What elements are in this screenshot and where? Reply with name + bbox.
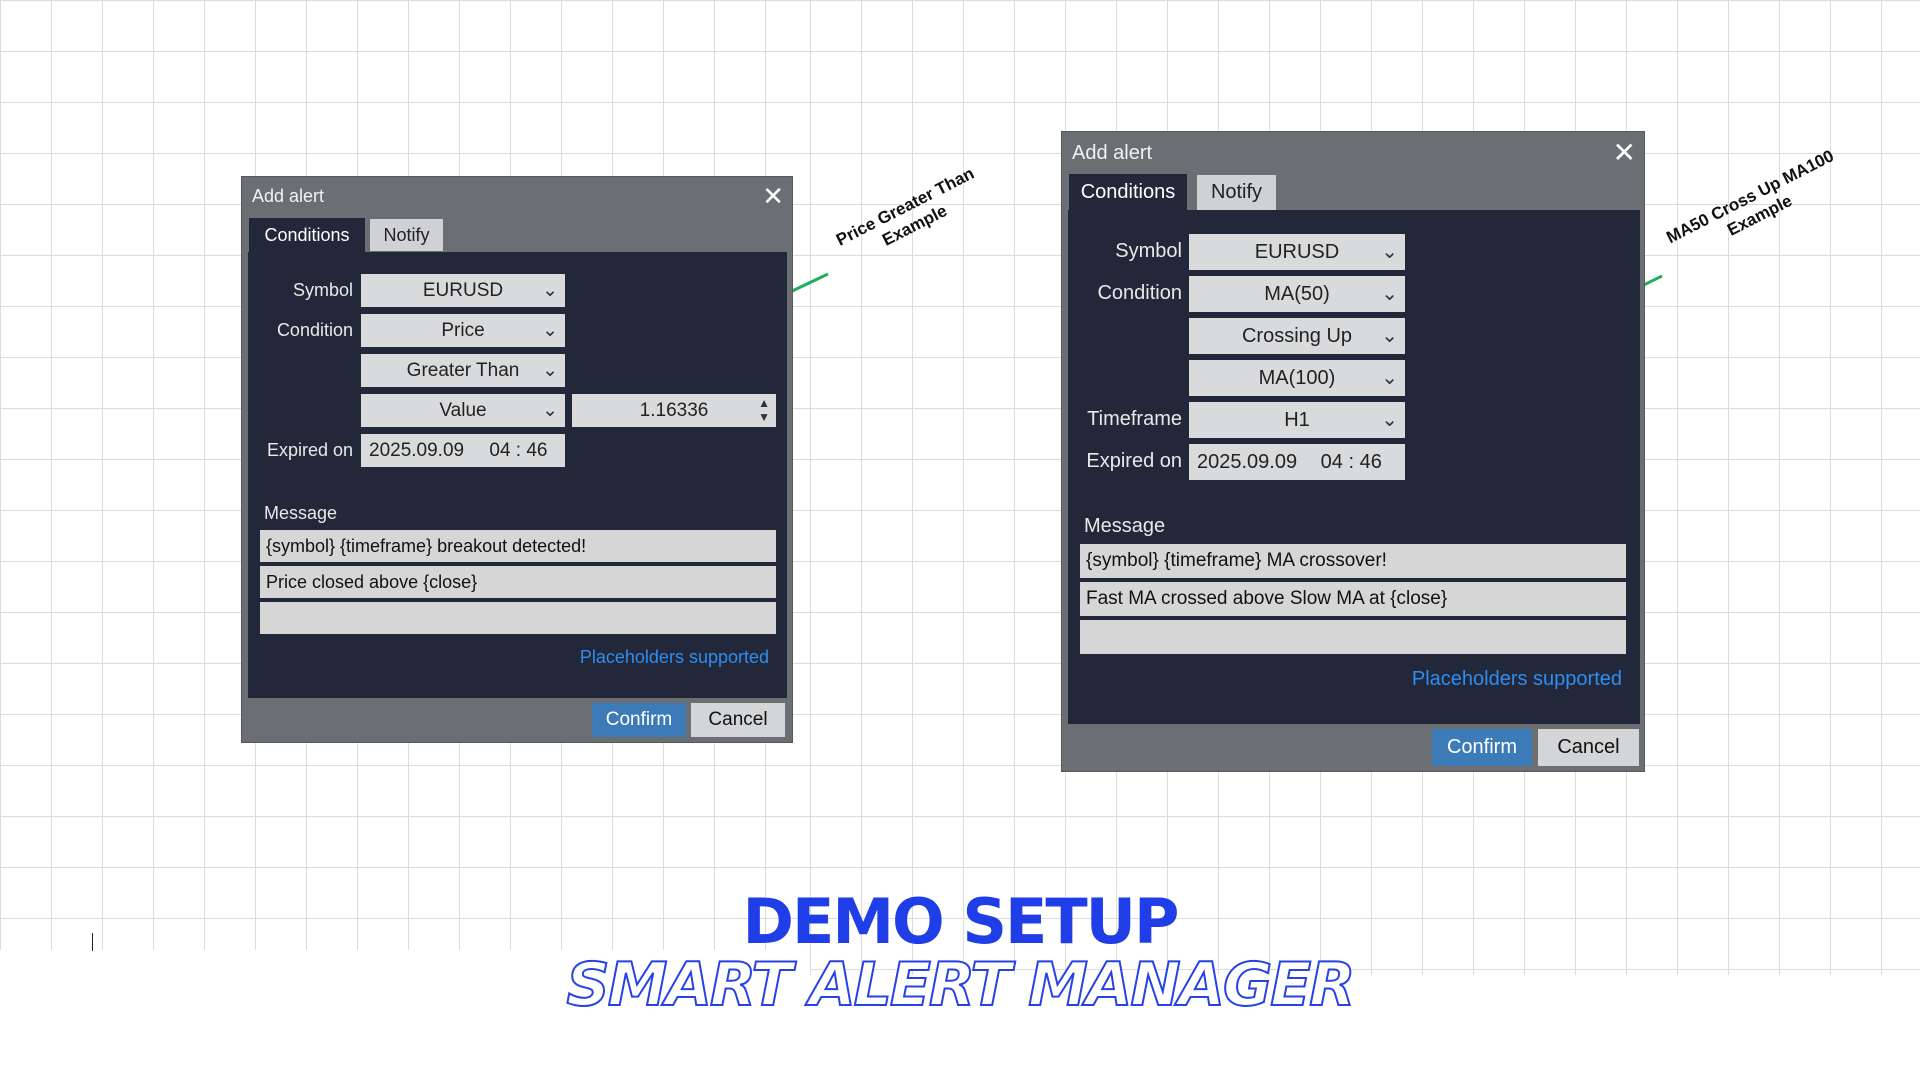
message-line-3[interactable] — [260, 602, 776, 634]
expiry-date[interactable]: 2025.09.09 — [369, 440, 464, 461]
chevron-down-icon: ⌄ — [542, 360, 558, 381]
operator-select[interactable]: Crossing Up ⌄ — [1189, 318, 1405, 354]
close-icon[interactable]: ✕ — [1613, 132, 1636, 174]
expired-label: Expired on — [1086, 450, 1182, 472]
operator-value: Greater Than — [406, 360, 520, 381]
chevron-down-icon: ⌄ — [1381, 367, 1398, 389]
footer-subtitle: SMART ALERT MANAGER — [566, 949, 1357, 1021]
expiry-date[interactable]: 2025.09.09 — [1197, 451, 1297, 473]
symbol-value: EURUSD — [1254, 241, 1340, 263]
dialog-title: Add alert — [252, 186, 325, 206]
chevron-down-icon: ⌄ — [542, 400, 558, 421]
value-input[interactable]: 1.16336 — [640, 400, 709, 421]
condition-value: Price — [441, 320, 485, 341]
message-line-2[interactable]: Fast MA crossed above Slow MA at {close} — [1080, 582, 1626, 616]
expiry-datetime[interactable]: 2025.09.09 04 : 46 — [1189, 444, 1405, 480]
condition-label: Condition — [276, 320, 353, 340]
add-alert-dialog-right: Add alert ✕ Conditions Notify Symbol EUR… — [1061, 131, 1645, 772]
cancel-button[interactable]: Cancel — [691, 703, 785, 737]
symbol-select[interactable]: EURUSD ⌄ — [1189, 234, 1405, 270]
operator-value: Crossing Up — [1241, 325, 1353, 347]
message-line-3[interactable] — [1080, 620, 1626, 654]
message-label: Message — [1084, 515, 1166, 537]
dialog-titlebar: Add alert ✕ — [242, 177, 792, 215]
chevron-down-icon: ⌄ — [1381, 241, 1398, 263]
compare-type-value: Value — [439, 400, 487, 421]
close-icon[interactable]: ✕ — [762, 177, 784, 215]
symbol-label: Symbol — [1115, 240, 1182, 262]
condition-value: MA(50) — [1264, 283, 1330, 305]
tab-notify[interactable]: Notify — [1197, 175, 1276, 210]
expired-label: Expired on — [266, 440, 353, 460]
dialog-title: Add alert — [1072, 142, 1153, 164]
confirm-button[interactable]: Confirm — [1432, 729, 1532, 766]
symbol-select[interactable]: EURUSD ⌄ — [361, 274, 565, 307]
expiry-time[interactable]: 04 : 46 — [489, 440, 547, 461]
timeframe-label: Timeframe — [1087, 408, 1182, 430]
placeholders-link[interactable]: Placeholders supported — [580, 647, 769, 668]
value-stepper[interactable]: 1.16336 ▲ ▼ — [572, 394, 776, 427]
expiry-datetime[interactable]: 2025.09.09 04 : 46 — [361, 434, 565, 467]
stepper-arrows-icon[interactable]: ▲ ▼ — [758, 394, 770, 424]
tab-notify[interactable]: Notify — [370, 219, 443, 251]
operator-select[interactable]: Greater Than ⌄ — [361, 354, 565, 387]
chevron-down-icon: ⌄ — [1381, 409, 1398, 431]
symbol-label: Symbol — [292, 280, 353, 300]
dialog-titlebar: Add alert ✕ — [1062, 132, 1644, 174]
message-line-1[interactable]: {symbol} {timeframe} MA crossover! — [1080, 544, 1626, 578]
compare-type-select[interactable]: Value ⌄ — [361, 394, 565, 427]
conditions-panel: Symbol EURUSD ⌄ Condition MA(50) ⌄ Cross… — [1068, 210, 1640, 724]
condition-select[interactable]: MA(50) ⌄ — [1189, 276, 1405, 312]
placeholders-link[interactable]: Placeholders supported — [1412, 668, 1622, 691]
compare-select[interactable]: MA(100) ⌄ — [1189, 360, 1405, 396]
chevron-down-icon: ⌄ — [542, 320, 558, 341]
tab-conditions[interactable]: Conditions — [249, 218, 365, 252]
message-line-1[interactable]: {symbol} {timeframe} breakout detected! — [260, 530, 776, 562]
chevron-down-icon: ⌄ — [1381, 283, 1398, 305]
message-label: Message — [264, 503, 338, 523]
chevron-down-icon: ⌄ — [542, 280, 558, 301]
timeframe-select[interactable]: H1 ⌄ — [1189, 402, 1405, 438]
add-alert-dialog-left: Add alert ✕ Conditions Notify Symbol EUR… — [241, 176, 793, 743]
condition-label: Condition — [1097, 282, 1182, 304]
expiry-time[interactable]: 04 : 46 — [1321, 451, 1382, 473]
confirm-button[interactable]: Confirm — [592, 703, 686, 737]
message-line-2[interactable]: Price closed above {close} — [260, 566, 776, 598]
compare-value: MA(100) — [1258, 367, 1336, 389]
condition-select[interactable]: Price ⌄ — [361, 314, 565, 347]
timeframe-value: H1 — [1284, 409, 1310, 431]
conditions-panel: Symbol EURUSD ⌄ Condition Price ⌄ Greate… — [248, 252, 787, 698]
footer-title: DEMO SETUP — [742, 885, 1180, 958]
tab-conditions[interactable]: Conditions — [1069, 174, 1187, 210]
cancel-button[interactable]: Cancel — [1538, 729, 1639, 766]
symbol-value: EURUSD — [422, 280, 504, 301]
chevron-down-icon: ⌄ — [1381, 325, 1398, 347]
